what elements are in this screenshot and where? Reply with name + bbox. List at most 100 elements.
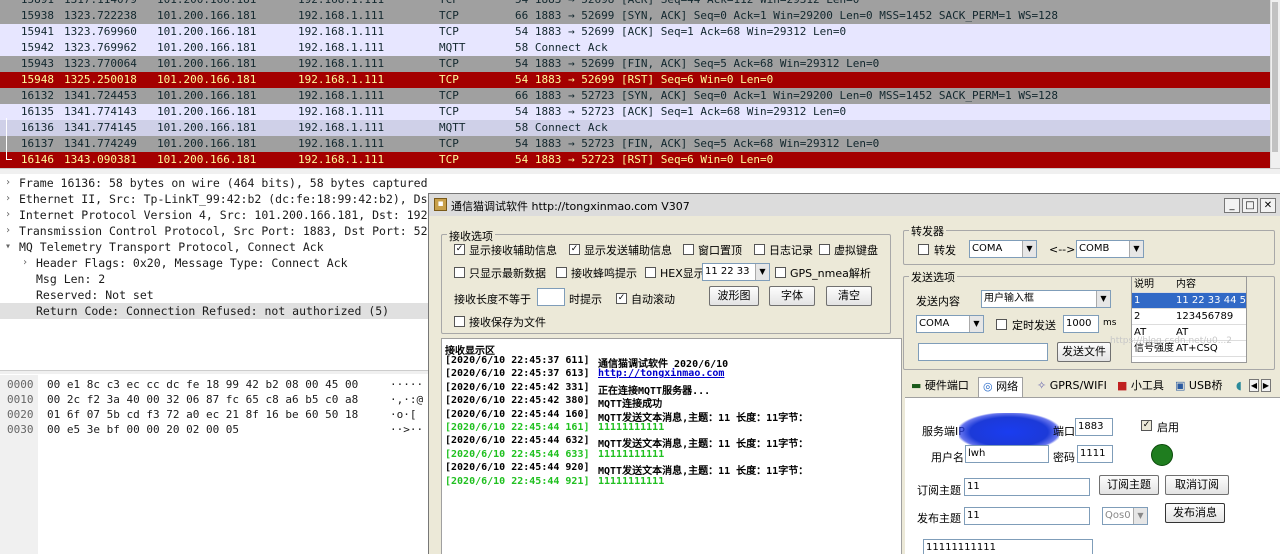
vkbd-checkbox[interactable] (819, 244, 830, 255)
packet-row[interactable]: 16136 1341.774145 101.200.166.181 192.168.1… (0, 120, 1270, 136)
chevron-right-icon[interactable]: › (5, 191, 11, 207)
clear-button[interactable]: 清空 (826, 286, 872, 306)
detail-row[interactable]: › Internet Protocol Version 4, Src: 101.2… (0, 207, 428, 223)
packet-no: 15948 (20, 73, 54, 86)
packet-row[interactable]: 15891 1317.114079 101.200.166.181 192.168.1… (0, 0, 1270, 8)
tab-gprs-wifi[interactable]: ✧ GPRS/WIFI (1033, 377, 1111, 397)
font-button[interactable]: 字体 (769, 286, 815, 306)
forward-checkbox[interactable] (918, 244, 929, 255)
packet-row[interactable]: 16132 1341.724453 101.200.166.181 192.168.1… (0, 88, 1270, 104)
packet-row[interactable]: 16146 1343.090381 101.200.166.181 192.168.1… (0, 152, 1270, 168)
packet-dst: 192.168.1.111 (298, 0, 384, 8)
gps-label: GPS_nmea解析 (790, 267, 871, 280)
pane-splitter-2[interactable] (0, 370, 428, 374)
chevron-right-icon[interactable]: › (5, 175, 11, 191)
receive-display-area[interactable]: 接收显示区 [2020/6/10 22:45:37 611] 通信猫调试软件 20… (441, 338, 902, 554)
pane-splitter[interactable] (0, 168, 1280, 174)
hex-value-combo[interactable]: 11 22 33 ▼ (702, 263, 770, 281)
packet-dst: 192.168.1.111 (298, 89, 385, 102)
detail-row[interactable]: › Frame 16136: 58 bytes on wire (464 bits… (0, 175, 428, 191)
forward-b-combo[interactable]: COMB ▼ (1076, 240, 1144, 258)
packet-list[interactable]: 15891 1317.114079 101.200.166.181 192.168.1… (0, 0, 1270, 168)
detail-row[interactable]: › Ethernet II, Src: Tp-LinkT_99:42:b2 (dc… (0, 191, 428, 207)
user-input[interactable]: lwh (965, 445, 1049, 463)
pub-topic-input[interactable]: 11 (964, 507, 1090, 525)
recv-line: [2020/6/10 22:45:44 633] 11111111111 (445, 449, 664, 460)
send-text-input[interactable] (918, 343, 1048, 361)
detail-row[interactable]: Msg Len: 2 (0, 271, 428, 287)
publish-button[interactable]: 发布消息 (1165, 503, 1225, 523)
macro-table[interactable]: 说明 内容 1 11 22 33 44 55 2 123456789 AT AT 信号强度 A… (1131, 276, 1247, 363)
minimize-button[interactable]: _ (1224, 198, 1240, 213)
chevron-right-icon[interactable]: › (5, 223, 11, 239)
interval-input[interactable]: 1000 (1063, 315, 1099, 333)
gps-checkbox[interactable] (775, 267, 786, 278)
recv-link[interactable]: http://tongxinmao.com (598, 368, 724, 379)
message-input[interactable]: 11111111111 (923, 539, 1093, 554)
macro-row[interactable]: 2 123456789 (1132, 309, 1246, 325)
packet-row[interactable]: 15948 1325.250018 101.200.166.181 192.168.1… (0, 72, 1270, 88)
detail-row[interactable]: › Header Flags: 0x20, Message Type: Conne… (0, 255, 428, 271)
show-send-aux-checkbox[interactable]: ✓ (569, 244, 580, 255)
packet-row[interactable]: 15942 1323.769962 101.200.166.181 192.168.1… (0, 40, 1270, 56)
tab-scroll-left-icon[interactable]: ◀ (1249, 379, 1259, 392)
macro-row[interactable]: 1 11 22 33 44 55 (1132, 293, 1246, 309)
send-port-combo[interactable]: COMA ▼ (916, 315, 984, 333)
detail-row[interactable]: ▾ MQ Telemetry Transport Protocol, Connec… (0, 239, 428, 255)
forward-label: 转发 (934, 244, 956, 257)
log-checkbox[interactable] (754, 244, 765, 255)
topmost-checkbox[interactable] (683, 244, 694, 255)
sub-topic-input[interactable]: 11 (964, 478, 1090, 496)
show-recv-aux-checkbox[interactable]: ✓ (454, 244, 465, 255)
window-titlebar[interactable]: ▪ 通信猫调试软件 http://tongxinmao.com V307 _ □… (429, 194, 1280, 216)
packet-row[interactable]: 16135 1341.774143 101.200.166.181 192.168.1… (0, 104, 1270, 120)
len-neq-input[interactable] (537, 288, 565, 306)
tab-tools[interactable]: ■ 小工具 (1113, 377, 1168, 397)
packet-info: 54 1883 → 52699 [FIN, ACK] Seq=5 Ack=68 … (515, 57, 880, 70)
send-content-combo[interactable]: 用户输入框 ▼ (981, 290, 1111, 308)
send-file-button[interactable]: 发送文件 (1057, 342, 1111, 362)
unsubscribe-button[interactable]: 取消订阅 (1165, 475, 1229, 495)
packet-row[interactable]: 16137 1341.774249 101.200.166.181 192.168.1… (0, 136, 1270, 152)
save-file-checkbox[interactable] (454, 316, 465, 327)
tab-usb-bridge[interactable]: ▣ USB桥 (1171, 377, 1227, 397)
maximize-button[interactable]: □ (1242, 198, 1258, 213)
chevron-down-icon[interactable]: ▾ (5, 239, 11, 255)
detail-row[interactable]: Reserved: Not set (0, 287, 428, 303)
pwd-input[interactable]: 1111 (1077, 445, 1113, 463)
packet-row[interactable]: 15941 1323.769960 101.200.166.181 192.168.1… (0, 24, 1270, 40)
tab-hardware-port[interactable]: ▬ 硬件端口 (907, 377, 973, 397)
watermark: https://blog.csdn.net/u0...2 (1110, 336, 1233, 346)
wave-button[interactable]: 波形图 (709, 286, 759, 306)
tab-more[interactable]: ◖ (1232, 377, 1246, 397)
detail-row[interactable]: Return Code: Connection Refused: not aut… (0, 303, 428, 319)
packet-list-scroll-thumb[interactable] (1272, 2, 1278, 152)
packet-time: 1343.090381 (64, 153, 137, 166)
packet-details-tree[interactable]: › Frame 16136: 58 bytes on wire (464 bits… (0, 175, 428, 370)
tab-scroll-right-icon[interactable]: ▶ (1261, 379, 1271, 392)
detail-row[interactable]: › Transmission Control Protocol, Src Port… (0, 223, 428, 239)
hex-show-checkbox[interactable] (645, 267, 656, 278)
chevron-right-icon[interactable]: › (5, 207, 11, 223)
qos-combo[interactable]: Qos0 ▼ (1102, 507, 1148, 525)
enable-checkbox[interactable]: ✓ (1141, 420, 1152, 431)
chevron-right-icon[interactable]: › (22, 255, 28, 271)
detail-text: Transmission Control Protocol, Src Port:… (19, 224, 428, 238)
forward-a-combo[interactable]: COMA ▼ (969, 240, 1037, 258)
beep-checkbox[interactable] (556, 267, 567, 278)
packet-time: 1341.724453 (64, 89, 137, 102)
packet-row[interactable]: 15943 1323.770064 101.200.166.181 192.168.1… (0, 56, 1270, 72)
close-button[interactable]: ✕ (1260, 198, 1276, 213)
pwd-label: 密码 (1053, 451, 1075, 464)
timed-send-checkbox[interactable] (996, 319, 1007, 330)
latest-only-checkbox[interactable] (454, 267, 465, 278)
serial-debug-window[interactable]: ▪ 通信猫调试软件 http://tongxinmao.com V307 _ □… (428, 193, 1280, 554)
auto-scroll-checkbox[interactable]: ✓ (616, 293, 627, 304)
recv-line: [2020/6/10 22:45:44 632] MQTT发送文本消息,主题：11… (445, 435, 808, 450)
subscribe-button[interactable]: 订阅主题 (1099, 475, 1159, 495)
tab-network[interactable]: ◎ 网络 (978, 377, 1024, 397)
packet-row[interactable]: 15938 1323.722238 101.200.166.181 192.168.1… (0, 8, 1270, 24)
packet-bytes-pane[interactable]: 0000 00 e1 8c c3 ec cc dc fe 18 99 42 b2 … (0, 375, 428, 554)
tab-label: GPRS/WIFI (1049, 379, 1107, 392)
port-input[interactable]: 1883 (1075, 418, 1113, 436)
